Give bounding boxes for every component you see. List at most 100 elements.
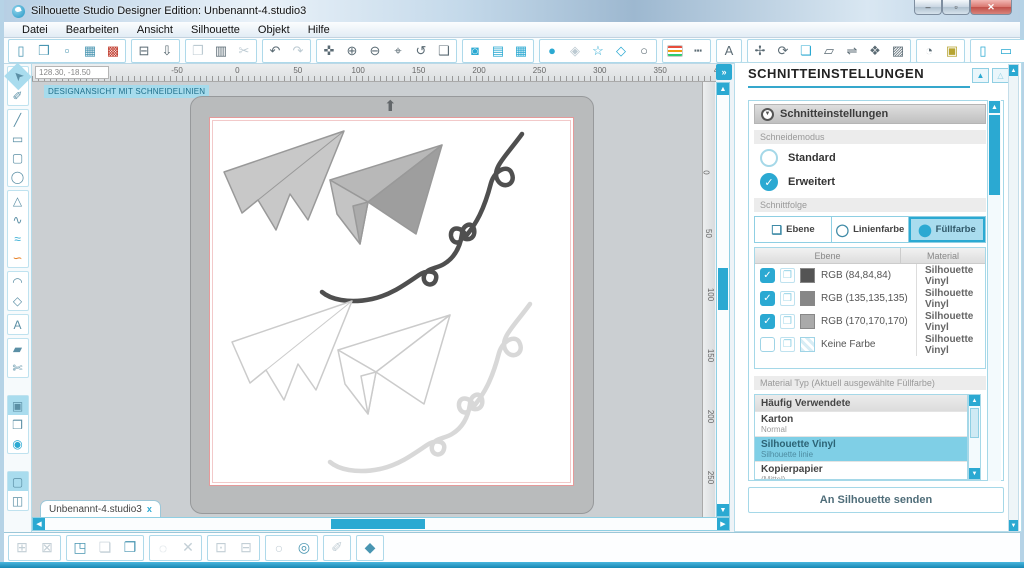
cut-layer-row[interactable]: ❐ RGB (84,84,84) Silhouette Vinyl (755, 264, 985, 287)
menu-objekt[interactable]: Objekt (250, 23, 298, 37)
material-item-karton[interactable]: Karton Normal (755, 412, 967, 437)
transform-handles-icon[interactable]: ⊞ (10, 537, 34, 559)
grid-options-icon[interactable]: ▦ (510, 41, 532, 61)
material-scroll-thumb[interactable] (970, 408, 979, 438)
artwork-paper-planes[interactable] (210, 118, 575, 487)
rotate-icon[interactable]: ⟳ (772, 41, 794, 61)
ellipse-tool[interactable]: ◯ (8, 167, 28, 186)
copy-icon[interactable]: ❐ (187, 41, 209, 61)
layer-checkbox[interactable] (760, 291, 775, 306)
vertical-scrollbar[interactable]: ▲ ▼ (716, 82, 730, 517)
arc-tool[interactable]: ◠ (8, 272, 28, 291)
zoom-selection-icon[interactable]: ◳ (68, 537, 92, 559)
eraser-tool[interactable]: ▰ (8, 339, 28, 358)
tab-linienfarbe[interactable]: ◯ Linienfarbe (832, 217, 909, 242)
duplicate-left-icon[interactable]: ⊡ (209, 537, 233, 559)
open-document-icon[interactable]: ❒ (33, 41, 55, 61)
title-bar[interactable]: Silhouette Studio Designer Edition: Unbe… (4, 0, 1020, 22)
menu-bearbeiten[interactable]: Bearbeiten (58, 23, 127, 37)
zoom-selection-icon[interactable]: ⌖ (387, 41, 409, 61)
fill-color-icon[interactable]: ● (541, 41, 563, 61)
cut-layer-row[interactable]: ❐ RGB (170,170,170) Silhouette Vinyl (755, 310, 985, 333)
polygon-tool[interactable]: △ (8, 191, 28, 210)
undo-icon[interactable]: ↶ (264, 41, 286, 61)
scroll-down-icon[interactable]: ▼ (1009, 520, 1018, 531)
panel-scrollbar[interactable]: ▲ (987, 100, 1001, 481)
menu-datei[interactable]: Datei (14, 23, 56, 37)
horizontal-scrollbar[interactable]: ◀ ▶ (32, 517, 730, 531)
split-view-button[interactable]: ◫ (8, 491, 28, 510)
page-color-icon[interactable]: ◙ (464, 41, 486, 61)
radio-standard-icon[interactable] (760, 149, 778, 167)
paste-icon[interactable]: ▥ (210, 41, 232, 61)
fill-gradient-icon[interactable]: ☆ (587, 41, 609, 61)
outline-planes-group[interactable] (232, 301, 530, 471)
vertical-scroll-thumb[interactable] (718, 268, 728, 310)
rectangle-tool[interactable]: ▭ (8, 129, 28, 148)
scale-icon[interactable]: ❏ (795, 41, 817, 61)
radio-erweitert-icon[interactable]: ✓ (760, 173, 778, 191)
material-item-silhouette-vinyl[interactable]: Silhouette Vinyl Silhouette linie (755, 437, 967, 462)
scroll-left-icon[interactable]: ◀ (33, 518, 45, 530)
show-grid-icon[interactable]: ▦ (1018, 41, 1024, 61)
redo-icon[interactable]: ↷ (287, 41, 309, 61)
text-style-icon[interactable]: A (718, 41, 740, 61)
scroll-down-icon[interactable]: ▼ (717, 504, 729, 516)
trace-area-icon[interactable]: ▣ (941, 41, 963, 61)
zoom-out-icon[interactable]: ⊖ (364, 41, 386, 61)
send-to-cutter-icon[interactable]: ⇩ (156, 41, 178, 61)
curve-tool[interactable]: ∿ (8, 210, 28, 229)
zoom-in-icon[interactable]: ⊕ (341, 41, 363, 61)
concentric-offset-icon[interactable]: ◎ (292, 537, 316, 559)
fill-effects-icon[interactable]: ◇ (610, 41, 632, 61)
open-from-device-icon[interactable]: ▫ (56, 41, 78, 61)
zoom-reset-icon[interactable]: ↺ (410, 41, 432, 61)
offset-icon[interactable]: ○ (267, 537, 291, 559)
material-group-header[interactable]: Häufig Verwendete (755, 395, 967, 412)
regular-polygon-tool[interactable]: ◇ (8, 291, 28, 310)
material-item-kopierpapier[interactable]: Kopierpapier (Mittel) (755, 462, 967, 480)
cut-mode-standard[interactable]: Standard (760, 148, 836, 168)
collapse-section-icon[interactable]: ▼ (761, 108, 774, 121)
trace-icon[interactable]: ◔ (918, 41, 940, 61)
skew-icon[interactable]: ▱ (818, 41, 840, 61)
scroll-up-icon[interactable]: ▲ (969, 395, 980, 406)
delete-icon[interactable]: ✕ (176, 537, 200, 559)
page-panel-button[interactable]: ▢ (8, 472, 28, 491)
smooth-freehand-tool[interactable]: ∽ (8, 248, 28, 267)
new-document-icon[interactable]: ▯ (10, 41, 32, 61)
panel-scroll-thumb[interactable] (989, 115, 1000, 195)
library-button[interactable]: ▣ (8, 396, 28, 415)
cut-icon[interactable]: ✂ (233, 41, 255, 61)
mirror-icon[interactable]: ⇌ (841, 41, 863, 61)
filled-planes-group[interactable] (224, 131, 522, 301)
material-list-scrollbar[interactable]: ▲ ▼ (968, 394, 981, 480)
page-setup-icon[interactable]: ▤ (487, 41, 509, 61)
modify-icon[interactable]: ✐ (325, 537, 349, 559)
line-style-icon[interactable]: ┅ (687, 41, 709, 61)
tab-fuellfarbe[interactable]: ⬤ Füllfarbe (909, 217, 985, 242)
page-orientation-icon[interactable]: ▭ (995, 41, 1017, 61)
maximize-button[interactable]: ▫ (942, 0, 970, 15)
weld-icon[interactable]: ◌ (151, 537, 175, 559)
scroll-up-icon[interactable]: ▲ (717, 83, 729, 95)
minimize-button[interactable]: – (914, 0, 942, 15)
fill-pattern-icon[interactable]: ◈ (564, 41, 586, 61)
print-icon[interactable]: ⊟ (133, 41, 155, 61)
pan-icon[interactable]: ✜ (318, 41, 340, 61)
scroll-down-icon[interactable]: ▼ (969, 468, 980, 479)
design-page[interactable] (209, 117, 574, 486)
text-tool[interactable]: A (8, 315, 28, 334)
ungroup-icon[interactable]: ❏ (93, 537, 117, 559)
menu-ansicht[interactable]: Ansicht (129, 23, 181, 37)
close-button[interactable]: ✕ (970, 0, 1012, 15)
scroll-right-icon[interactable]: ▶ (717, 518, 729, 530)
store-button[interactable]: ◉ (8, 434, 28, 453)
rounded-rectangle-tool[interactable]: ▢ (8, 148, 28, 167)
layer-checkbox[interactable] (760, 314, 775, 329)
horizontal-scroll-thumb[interactable] (331, 519, 425, 529)
document-tab[interactable]: Unbenannt-4.studio3 x (40, 500, 161, 517)
cut-layer-row[interactable]: ❐ Keine Farbe Silhouette Vinyl (755, 333, 985, 356)
line-color-icon[interactable] (667, 45, 683, 57)
menu-hilfe[interactable]: Hilfe (300, 23, 338, 37)
